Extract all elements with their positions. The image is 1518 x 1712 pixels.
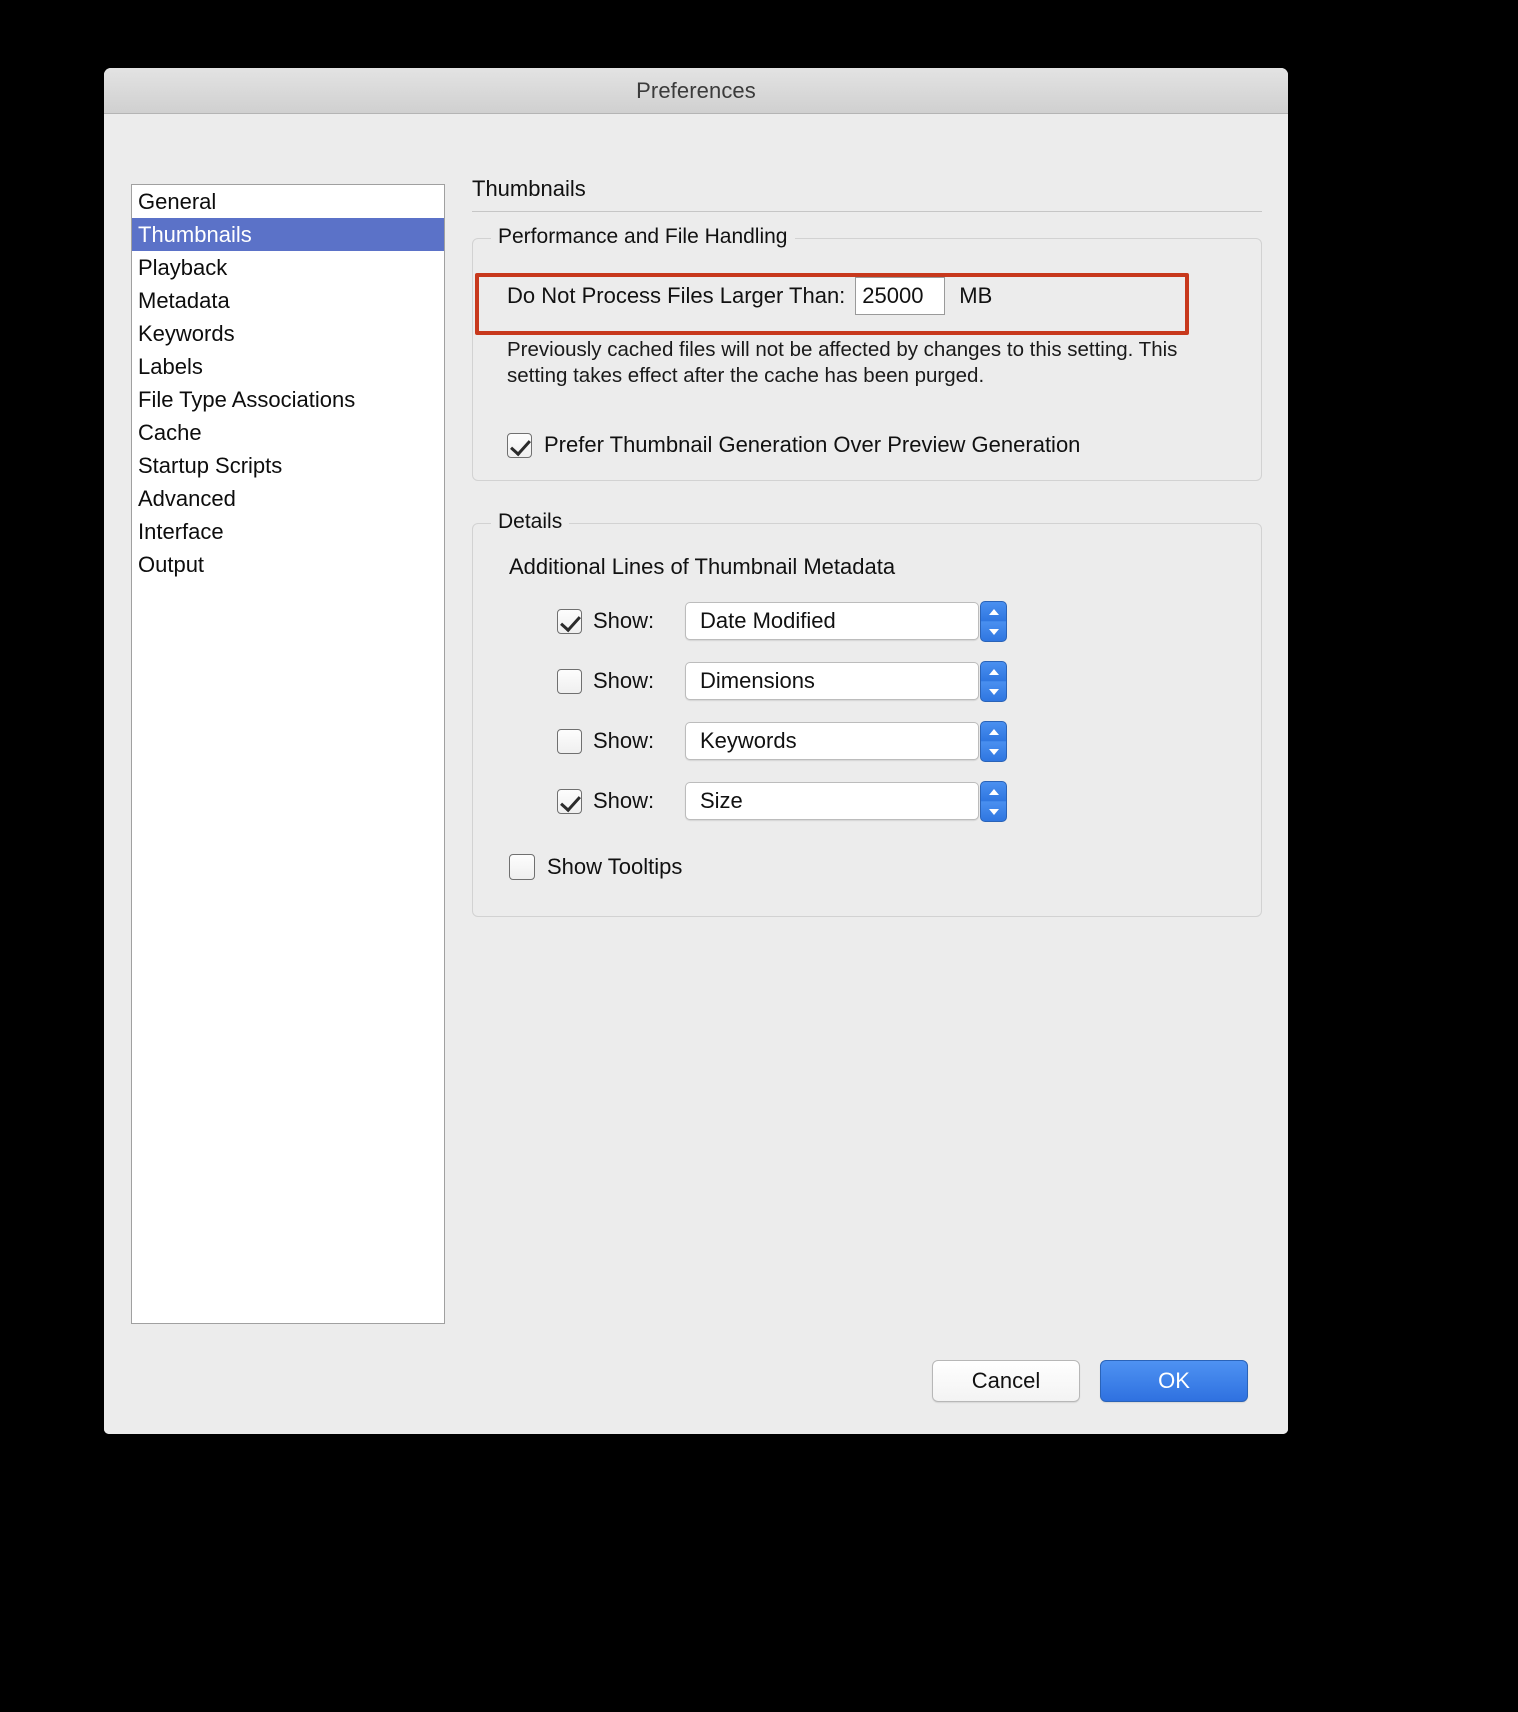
sidebar-item-keywords[interactable]: Keywords — [132, 317, 444, 350]
prefer-thumbnail-generation-label: Prefer Thumbnail Generation Over Preview… — [544, 432, 1081, 458]
metadata-select-4[interactable]: Size — [685, 782, 979, 821]
sidebar-item-label: Startup Scripts — [138, 452, 283, 478]
preferences-sidebar[interactable]: General Thumbnails Playback Metadata Key… — [131, 184, 445, 1324]
chevron-up-icon — [988, 729, 999, 735]
metadata-line-row-4: Show: Size — [509, 781, 1241, 823]
show-label-3: Show: — [593, 728, 655, 754]
performance-help-text: Previously cached files will not be affe… — [507, 338, 1178, 387]
chevron-up-icon — [988, 609, 999, 615]
metadata-select-wrap-3: Keywords — [685, 721, 1007, 763]
metadata-select-1[interactable]: Date Modified — [685, 602, 979, 641]
title-divider — [472, 211, 1262, 212]
stepper-icon-3[interactable] — [980, 721, 1007, 763]
show-tooltips-checkbox[interactable] — [509, 854, 535, 881]
sidebar-item-label: Cache — [138, 419, 202, 445]
show-tooltips-label: Show Tooltips — [547, 854, 683, 880]
chevron-down-icon — [988, 808, 999, 815]
show-tooltips-row[interactable]: Show Tooltips — [509, 854, 1241, 881]
sidebar-item-file-type-associations[interactable]: File Type Associations — [132, 383, 444, 416]
additional-lines-heading: Additional Lines of Thumbnail Metadata — [509, 554, 896, 580]
chevron-down-icon — [988, 628, 999, 635]
metadata-line-row-1: Show: Date Modified — [509, 601, 1241, 643]
window-titlebar: Preferences — [104, 68, 1288, 114]
prefer-thumbnail-generation-row[interactable]: Prefer Thumbnail Generation Over Preview… — [493, 432, 1241, 458]
file-size-limit-row: Do Not Process Files Larger Than: MB — [493, 265, 1241, 327]
metadata-line-row-2: Show: Dimensions — [509, 661, 1241, 703]
stepper-icon-2[interactable] — [980, 661, 1007, 703]
chevron-down-icon — [988, 748, 999, 755]
performance-group: Performance and File Handling Do Not Pro… — [472, 225, 1262, 482]
sidebar-item-advanced[interactable]: Advanced — [132, 482, 444, 515]
sidebar-item-playback[interactable]: Playback — [132, 251, 444, 284]
sidebar-item-cache[interactable]: Cache — [132, 416, 444, 449]
chevron-up-icon — [988, 789, 999, 795]
dialog-body: General Thumbnails Playback Metadata Key… — [104, 114, 1288, 1434]
show-checkbox-4[interactable] — [557, 788, 582, 814]
sidebar-item-startup-scripts[interactable]: Startup Scripts — [132, 449, 444, 482]
stepper-icon-1[interactable] — [980, 601, 1007, 643]
show-label-2: Show: — [593, 668, 655, 694]
sidebar-item-label: Advanced — [138, 485, 236, 511]
show-checkbox-2[interactable] — [557, 668, 582, 694]
prefer-thumbnail-generation-checkbox[interactable] — [507, 432, 532, 458]
ok-button[interactable]: OK — [1100, 1360, 1248, 1402]
show-checkbox-3[interactable] — [557, 728, 582, 754]
sidebar-item-label: File Type Associations — [138, 386, 356, 412]
details-content: Additional Lines of Thumbnail Metadata S… — [493, 554, 1241, 881]
sidebar-item-label: Labels — [138, 353, 203, 379]
sidebar-item-label: Keywords — [138, 320, 235, 346]
metadata-select-wrap-1: Date Modified — [685, 601, 1007, 643]
show-label-4: Show: — [593, 788, 655, 814]
sidebar-item-label: General — [138, 188, 217, 214]
dialog-footer: Cancel OK — [932, 1360, 1248, 1402]
metadata-select-3[interactable]: Keywords — [685, 722, 979, 761]
chevron-up-icon — [988, 669, 999, 675]
show-label-1: Show: — [593, 608, 655, 634]
details-group: Details Additional Lines of Thumbnail Me… — [472, 510, 1262, 918]
metadata-select-wrap-2: Dimensions — [685, 661, 1007, 703]
details-group-legend: Details — [491, 510, 570, 535]
performance-group-legend: Performance and File Handling — [491, 225, 795, 249]
preferences-window: Preferences General Thumbnails Playback … — [104, 68, 1288, 1434]
show-checkbox-1[interactable] — [557, 608, 582, 634]
sidebar-item-thumbnails[interactable]: Thumbnails — [132, 218, 444, 251]
stepper-icon-4[interactable] — [980, 781, 1007, 823]
file-size-unit-label: MB — [959, 283, 993, 308]
sidebar-item-label: Metadata — [138, 287, 230, 313]
sidebar-item-output[interactable]: Output — [132, 548, 444, 581]
window-title: Preferences — [636, 77, 756, 103]
file-size-limit-label: Do Not Process Files Larger Than: — [507, 283, 846, 308]
sidebar-item-general[interactable]: General — [132, 185, 444, 218]
sidebar-item-labels[interactable]: Labels — [132, 350, 444, 383]
page-title: Thumbnails — [472, 176, 586, 201]
cancel-button[interactable]: Cancel — [932, 1360, 1080, 1402]
sidebar-item-metadata[interactable]: Metadata — [132, 284, 444, 317]
metadata-line-row-3: Show: Keywords — [509, 721, 1241, 763]
sidebar-item-label: Interface — [138, 518, 224, 544]
sidebar-item-label: Output — [138, 551, 205, 577]
sidebar-item-label: Playback — [138, 254, 228, 280]
sidebar-item-label: Thumbnails — [138, 221, 252, 247]
file-size-limit-input[interactable] — [855, 277, 946, 315]
metadata-select-wrap-4: Size — [685, 781, 1007, 823]
thumbnails-pane: Thumbnails Performance and File Handling… — [472, 176, 1262, 918]
chevron-down-icon — [988, 688, 999, 695]
sidebar-item-interface[interactable]: Interface — [132, 515, 444, 548]
metadata-select-2[interactable]: Dimensions — [685, 662, 979, 701]
